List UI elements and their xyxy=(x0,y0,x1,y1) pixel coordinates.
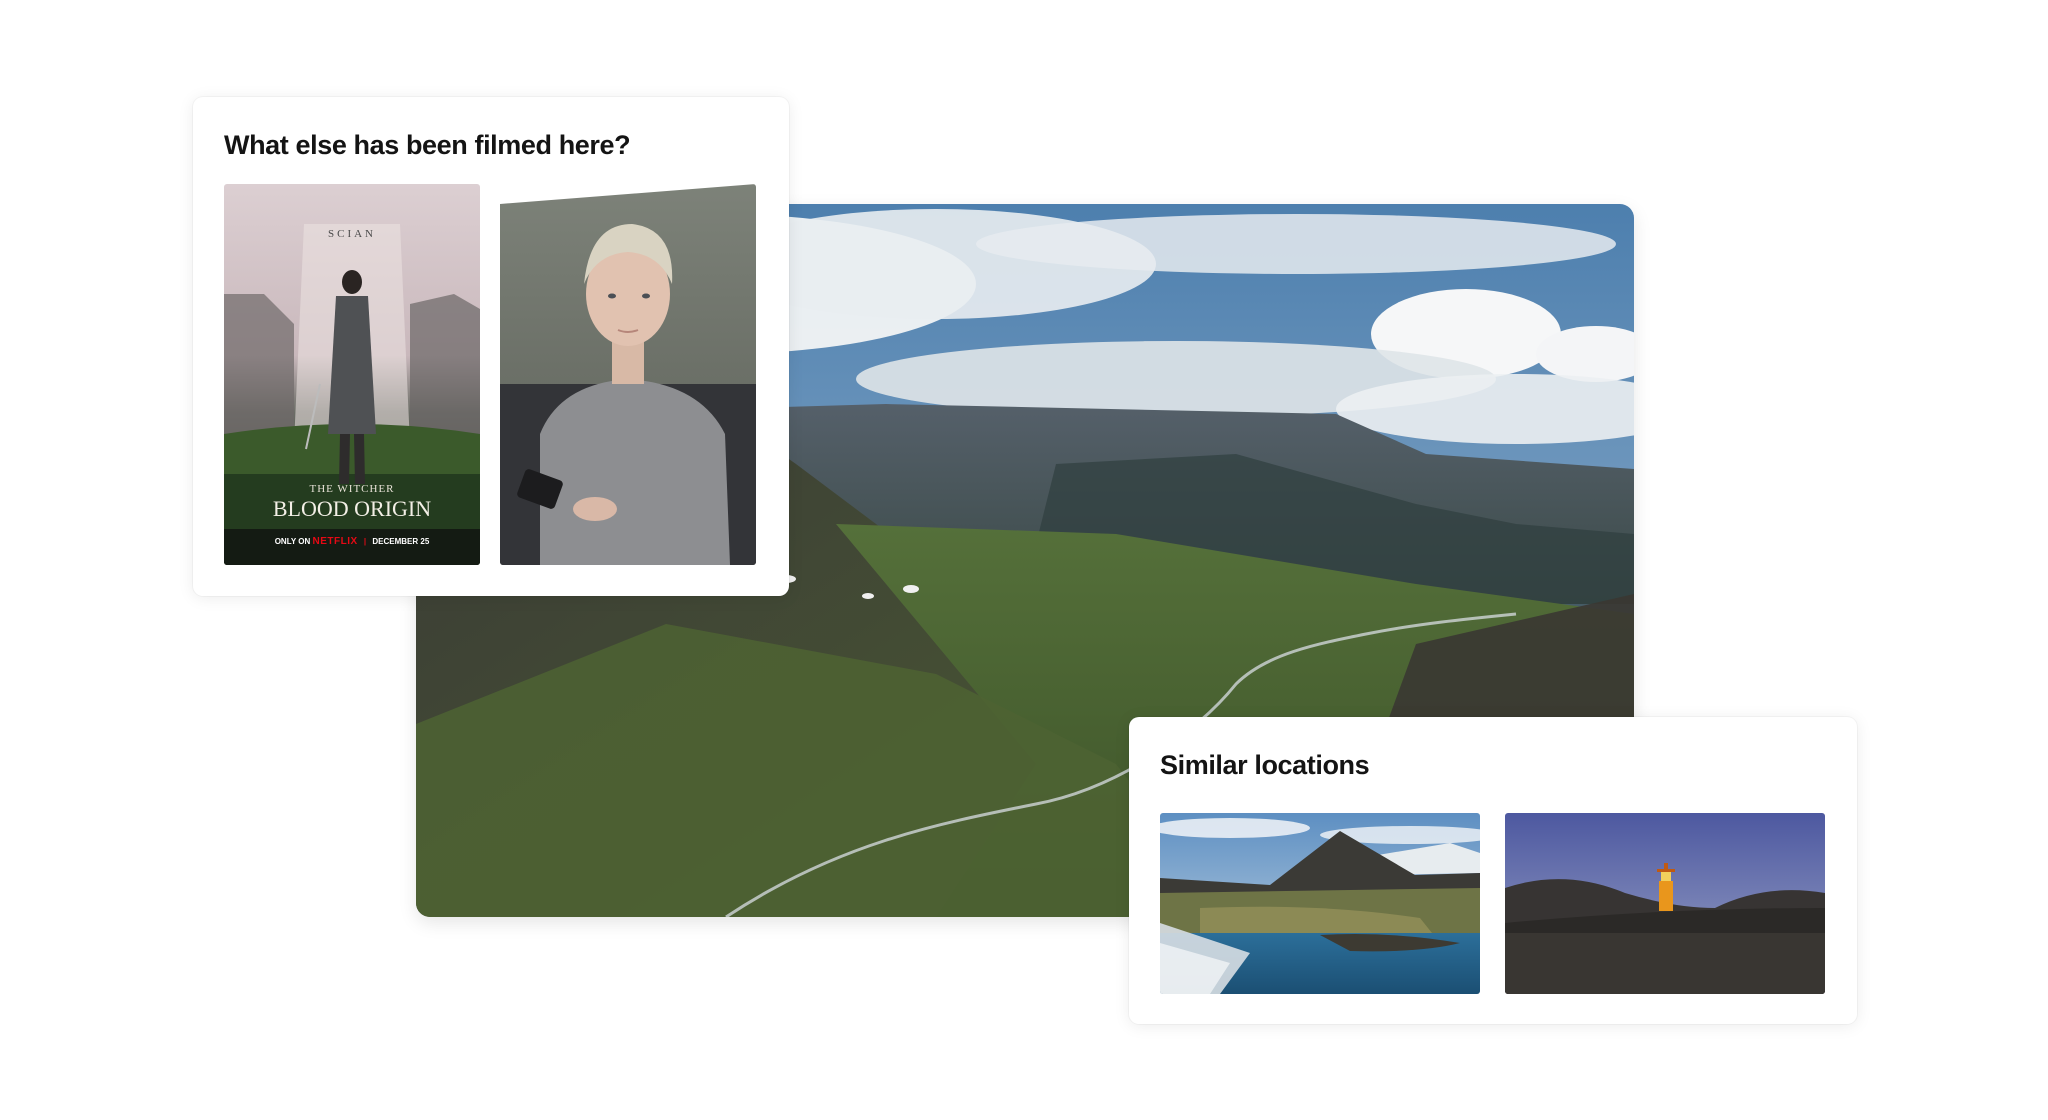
poster-footer-only-on: ONLY ON xyxy=(274,537,311,546)
lighthouse-artwork xyxy=(1505,813,1825,994)
similar-locations-card: Similar locations xyxy=(1129,717,1857,1024)
poster-series-text: THE WITCHER xyxy=(309,483,395,495)
filmed-here-card: What else has been filmed here? SCIAN TH… xyxy=(193,97,789,596)
mountain-coast-artwork xyxy=(1160,813,1480,994)
still-artwork xyxy=(500,184,756,565)
netflix-logo-text: NETFLIX xyxy=(312,536,358,547)
similar-locations-title: Similar locations xyxy=(1160,750,1370,780)
witcher-blood-origin-poster[interactable]: SCIAN THE WITCHER BLOOD ORIGIN ONLY ON N… xyxy=(224,184,480,565)
poster-footer-date: DECEMBER 25 xyxy=(372,537,430,546)
poster-title-text: BLOOD ORIGIN xyxy=(272,496,432,521)
filmed-here-title: What else has been filmed here? xyxy=(224,130,631,160)
poster-top-text: SCIAN xyxy=(327,228,376,240)
poster-footer-separator: | xyxy=(363,537,367,546)
poster-footer: ONLY ON NETFLIX | DECEMBER 25 xyxy=(224,536,480,547)
drama-still-image[interactable] xyxy=(500,184,756,565)
similar-location-mountain-coast[interactable] xyxy=(1160,813,1480,994)
similar-location-lighthouse[interactable] xyxy=(1505,813,1825,994)
